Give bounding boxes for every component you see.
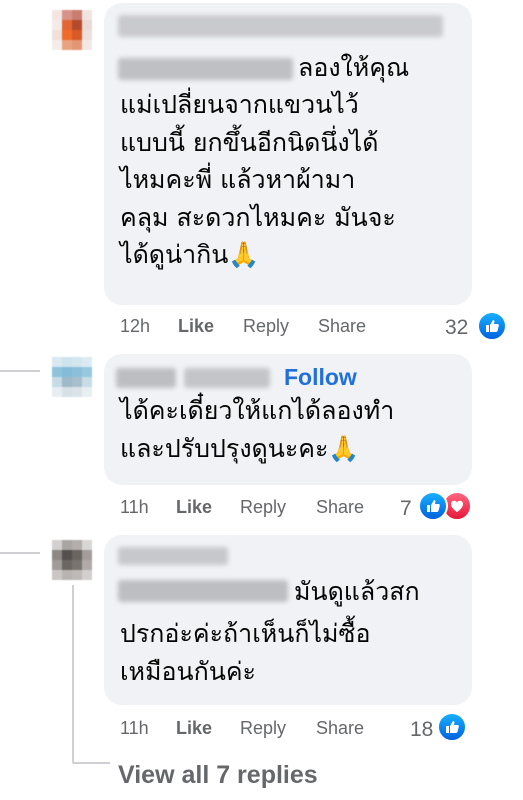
comment-time[interactable]: 12h: [120, 316, 150, 337]
comment-text: ได้คะเดี๋ยวให้แกได้ลองทำ และปรับปรุงดูนะ…: [120, 396, 395, 463]
reply-button[interactable]: Reply: [240, 718, 286, 739]
reaction-count[interactable]: 7: [400, 497, 412, 521]
comment-text-line: ลองให้คุณ: [298, 53, 410, 82]
avatar[interactable]: [52, 357, 92, 397]
comment-text: ปรกอ่ะค่ะถ้าเห็นก็ไม่ซื้อ เหมือนกันค่ะ: [120, 619, 371, 686]
avatar[interactable]: [52, 540, 92, 580]
comment-text-line: มันดูแล้วสก: [294, 577, 420, 606]
comment-bubble: Follow ได้คะเดี๋ยวให้แกได้ลองทำ และปรับป…: [104, 354, 472, 485]
view-all-replies-link[interactable]: View all 7 replies: [118, 761, 318, 790]
reaction-count[interactable]: 18: [410, 718, 433, 742]
author-name-redacted[interactable]: [118, 547, 228, 565]
author-name-redacted[interactable]: [184, 368, 270, 388]
comment-bubble: มันดูแล้วสก ปรกอ่ะค่ะถ้าเห็นก็ไม่ซื้อ เห…: [104, 535, 472, 705]
avatar[interactable]: [52, 10, 92, 50]
author-name-redacted[interactable]: [116, 368, 176, 388]
author-name-redacted[interactable]: [118, 15, 443, 37]
follow-button[interactable]: Follow: [284, 364, 357, 391]
thread-line: [0, 370, 40, 372]
like-button[interactable]: Like: [176, 497, 212, 518]
like-reaction-icon[interactable]: [418, 491, 448, 521]
author-name-redacted: [118, 58, 293, 80]
thread-line: [0, 552, 40, 554]
like-button[interactable]: Like: [176, 718, 212, 739]
comment-time[interactable]: 11h: [120, 497, 149, 518]
share-button[interactable]: Share: [316, 497, 364, 518]
comment-bubble: ลองให้คุณ แม่เปลี่ยนจากแขวนไว้ แบบนี้ ยก…: [104, 3, 472, 305]
like-reaction-icon[interactable]: [477, 311, 507, 341]
author-name-redacted: [118, 580, 288, 602]
share-button[interactable]: Share: [318, 316, 366, 337]
thread-line: [72, 762, 110, 764]
reaction-count[interactable]: 32: [445, 316, 468, 340]
reply-button[interactable]: Reply: [240, 497, 286, 518]
comment-time[interactable]: 11h: [120, 718, 149, 739]
comment-text: แม่เปลี่ยนจากแขวนไว้ แบบนี้ ยกขึ้นอีกนิด…: [120, 90, 396, 269]
share-button[interactable]: Share: [316, 718, 364, 739]
like-reaction-icon[interactable]: [437, 712, 467, 742]
reply-button[interactable]: Reply: [243, 316, 289, 337]
like-button[interactable]: Like: [178, 316, 214, 337]
